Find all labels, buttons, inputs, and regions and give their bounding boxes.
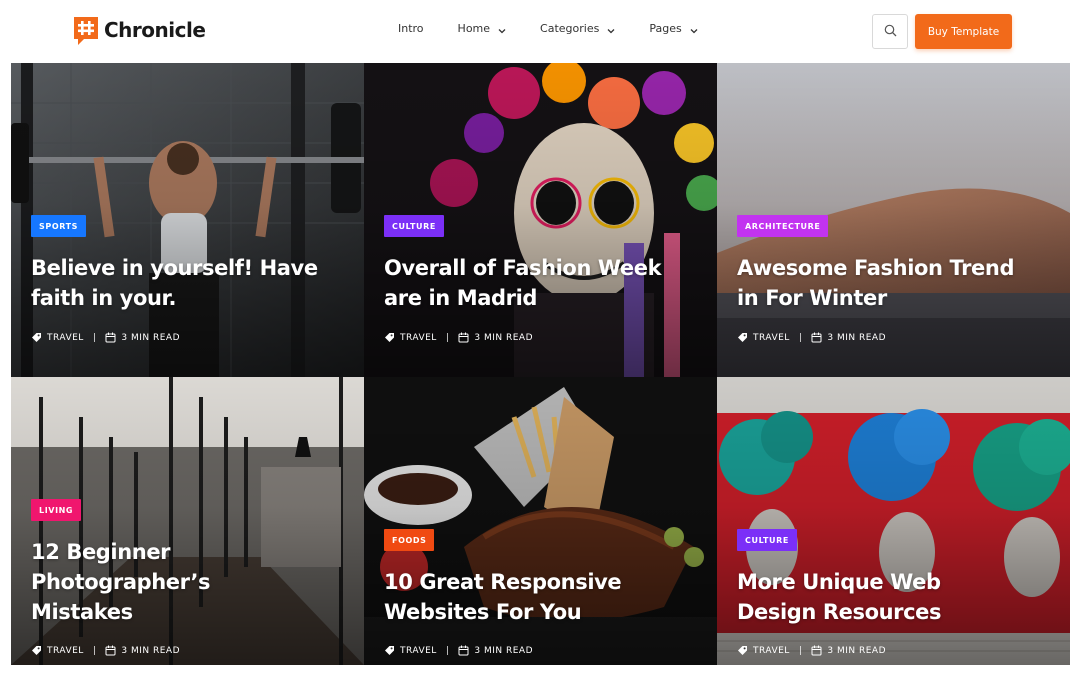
post-meta: TRAVEL | 3 MIN READ	[737, 332, 886, 343]
tag-icon	[31, 645, 42, 656]
calendar-icon	[811, 645, 822, 656]
category-badge[interactable]: LIVING	[31, 499, 82, 521]
logo-text: Chronicle	[104, 18, 206, 42]
post-tag[interactable]: TRAVEL	[753, 646, 790, 656]
calendar-icon	[105, 332, 116, 343]
calendar-icon	[458, 332, 469, 343]
search-icon	[884, 22, 897, 41]
nav-item-intro[interactable]: Intro	[398, 22, 424, 35]
search-button[interactable]	[872, 14, 908, 49]
post-card[interactable]: SPORTS Believe in yourself! Have faith i…	[11, 63, 364, 377]
tag-icon	[31, 332, 42, 343]
post-title[interactable]: Awesome Fashion Trend in For Winter	[737, 253, 1037, 313]
tag-icon	[384, 332, 395, 343]
meta-divider: |	[798, 645, 803, 656]
main-nav: Intro Home Categories Pages	[398, 22, 732, 35]
nav-item-label: Categories	[540, 22, 600, 35]
nav-item-label: Home	[457, 22, 491, 35]
chevron-down-icon	[498, 25, 506, 33]
calendar-icon	[458, 645, 469, 656]
category-badge[interactable]: FOODS	[384, 529, 435, 551]
meta-divider: |	[445, 332, 450, 343]
tag-icon	[384, 645, 395, 656]
post-meta: TRAVEL | 3 MIN READ	[31, 645, 180, 656]
buy-template-button[interactable]: Buy Template	[915, 14, 1012, 49]
logo[interactable]: Chronicle	[72, 14, 206, 46]
nav-item-label: Pages	[649, 22, 682, 35]
post-title[interactable]: Believe in yourself! Have faith in your.	[31, 253, 331, 313]
post-tag[interactable]: TRAVEL	[47, 333, 84, 343]
chevron-down-icon	[690, 25, 698, 33]
post-title[interactable]: 12 Beginner Photographer’s Mistakes	[31, 537, 251, 627]
post-title[interactable]: Overall of Fashion Week are in Madrid	[384, 253, 684, 313]
calendar-icon	[105, 645, 116, 656]
post-tag[interactable]: TRAVEL	[400, 646, 437, 656]
post-tag[interactable]: TRAVEL	[753, 333, 790, 343]
nav-item-pages[interactable]: Pages	[649, 22, 698, 35]
post-tag[interactable]: TRAVEL	[400, 333, 437, 343]
post-meta: TRAVEL | 3 MIN READ	[384, 645, 533, 656]
post-card[interactable]: LIVING 12 Beginner Photographer’s Mistak…	[11, 377, 364, 665]
meta-divider: |	[92, 645, 97, 656]
post-card[interactable]: ARCHITECTURE Awesome Fashion Trend in Fo…	[717, 63, 1070, 377]
post-grid: SPORTS Believe in yourself! Have faith i…	[11, 63, 1070, 665]
meta-divider: |	[92, 332, 97, 343]
category-badge[interactable]: ARCHITECTURE	[737, 215, 829, 237]
category-badge[interactable]: CULTURE	[737, 529, 797, 551]
site-header: Chronicle Intro Home Categories Pages Bu…	[0, 0, 1080, 62]
read-time: 3 MIN READ	[121, 645, 181, 656]
read-time: 3 MIN READ	[827, 645, 887, 656]
logo-icon	[72, 15, 100, 45]
chevron-down-icon	[607, 25, 615, 33]
read-time: 3 MIN READ	[121, 332, 181, 343]
nav-item-label: Intro	[398, 22, 424, 35]
post-meta: TRAVEL | 3 MIN READ	[737, 645, 886, 656]
tag-icon	[737, 332, 748, 343]
post-title[interactable]: More Unique Web Design Resources	[737, 567, 977, 627]
read-time: 3 MIN READ	[474, 332, 534, 343]
read-time: 3 MIN READ	[474, 645, 534, 656]
post-tag[interactable]: TRAVEL	[47, 646, 84, 656]
meta-divider: |	[445, 645, 450, 656]
post-title[interactable]: 10 Great Responsive Websites For You	[384, 567, 684, 627]
post-card[interactable]: CULTURE More Unique Web Design Resources…	[717, 377, 1070, 665]
read-time: 3 MIN READ	[827, 332, 887, 343]
post-meta: TRAVEL | 3 MIN READ	[384, 332, 533, 343]
post-card[interactable]: FOODS 10 Great Responsive Websites For Y…	[364, 377, 717, 665]
post-card[interactable]: CULTURE Overall of Fashion Week are in M…	[364, 63, 717, 377]
post-meta: TRAVEL | 3 MIN READ	[31, 332, 180, 343]
nav-item-home[interactable]: Home	[458, 22, 506, 35]
calendar-icon	[811, 332, 822, 343]
meta-divider: |	[798, 332, 803, 343]
category-badge[interactable]: SPORTS	[31, 215, 87, 237]
category-badge[interactable]: CULTURE	[384, 215, 444, 237]
nav-item-categories[interactable]: Categories	[540, 22, 615, 35]
tag-icon	[737, 645, 748, 656]
